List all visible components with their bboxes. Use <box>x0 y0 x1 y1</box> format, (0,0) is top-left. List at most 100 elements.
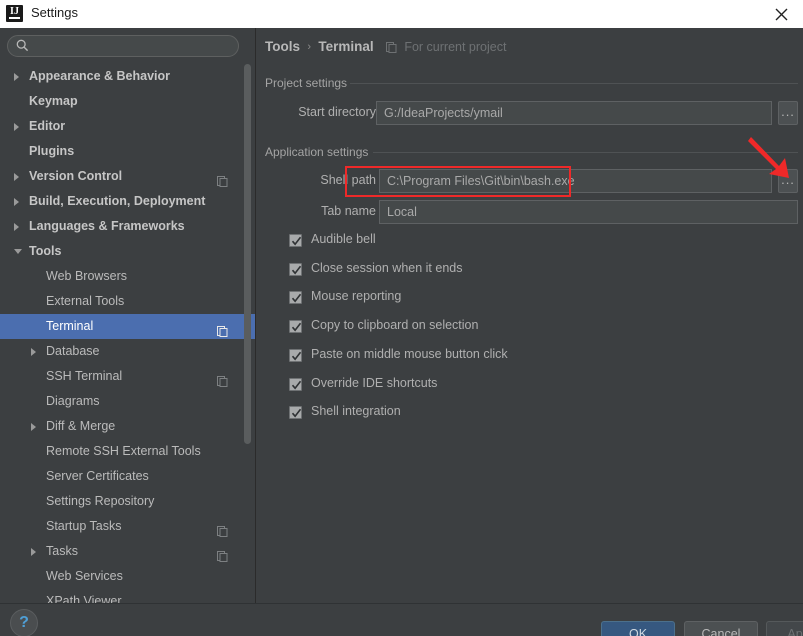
ok-button[interactable]: OK <box>601 621 675 636</box>
shell-path-browse-button[interactable]: ... <box>778 169 798 193</box>
project-scope-icon <box>385 42 397 56</box>
sidebar-item-label: Build, Execution, Deployment <box>29 194 206 208</box>
sidebar-item-label: Keymap <box>29 94 78 108</box>
sidebar-item-label: Diff & Merge <box>46 419 116 433</box>
checkbox-label: Audible bell <box>311 232 376 246</box>
checkbox-box[interactable] <box>289 348 302 362</box>
breadcrumb-parent[interactable]: Tools <box>265 39 300 54</box>
sidebar-item-label: Server Certificates <box>46 469 149 483</box>
chevron-right-icon[interactable] <box>14 123 19 131</box>
ellipsis-icon: ... <box>781 104 795 119</box>
sidebar-item-label: Web Browsers <box>46 269 128 283</box>
checkbox-box[interactable] <box>289 262 302 276</box>
sidebar-item-remote-ssh-external-tools[interactable]: Remote SSH External Tools <box>0 439 255 464</box>
help-button[interactable]: ? <box>10 609 38 636</box>
close-icon[interactable] <box>759 0 803 27</box>
sidebar-item-label: XPath Viewer <box>46 594 122 603</box>
sidebar-item-languages-frameworks[interactable]: Languages & Frameworks <box>0 214 255 239</box>
sidebar-item-label: Diagrams <box>46 394 100 408</box>
checkbox-box[interactable] <box>289 320 302 334</box>
sidebar-item-label: Database <box>46 344 100 358</box>
sidebar-item-version-control[interactable]: Version Control <box>0 164 255 189</box>
sidebar-item-label: Remote SSH External Tools <box>46 444 201 458</box>
chevron-right-icon[interactable] <box>31 348 36 356</box>
sidebar-item-tools[interactable]: Tools <box>0 239 255 264</box>
shell-path-label: Shell path <box>320 173 376 187</box>
shell-path-input[interactable] <box>379 169 772 193</box>
sidebar-item-startup-tasks[interactable]: Startup Tasks <box>0 514 255 539</box>
checkbox-label: Copy to clipboard on selection <box>311 318 479 333</box>
sidebar-item-editor[interactable]: Editor <box>0 114 255 139</box>
sidebar-item-server-certificates[interactable]: Server Certificates <box>0 464 255 489</box>
sidebar-item-settings-repository[interactable]: Settings Repository <box>0 489 255 514</box>
intellij-idea-logo-icon: IJ <box>6 5 23 22</box>
sidebar-scrollbar-thumb[interactable] <box>244 64 251 444</box>
sidebar-item-label: SSH Terminal <box>46 369 123 383</box>
sidebar-item-diagrams[interactable]: Diagrams <box>0 389 255 414</box>
sidebar-item-terminal[interactable]: Terminal <box>0 314 255 339</box>
sidebar-item-label: Editor <box>29 119 66 133</box>
checkmark-icon <box>291 265 302 275</box>
sidebar-item-web-browsers[interactable]: Web Browsers <box>0 264 255 289</box>
sidebar-item-diff-merge[interactable]: Diff & Merge <box>0 414 255 439</box>
cancel-button[interactable]: Cancel <box>684 621 758 636</box>
sidebar-item-web-services[interactable]: Web Services <box>0 564 255 589</box>
sidebar-item-plugins[interactable]: Plugins <box>0 139 255 164</box>
checkbox-box[interactable] <box>289 406 302 420</box>
breadcrumb: Tools › Terminal For current project <box>265 39 506 54</box>
checkbox-box[interactable] <box>289 234 302 247</box>
chevron-right-icon[interactable] <box>31 423 36 431</box>
settings-sidebar: Appearance & Behavior Keymap Editor Plugins… <box>0 28 256 603</box>
project-scope-icon <box>217 171 228 187</box>
chevron-down-icon[interactable] <box>14 249 22 254</box>
dialog-footer: ? OK Cancel Apply <box>0 603 803 636</box>
chevron-right-icon[interactable] <box>31 548 36 556</box>
sidebar-item-label: Version Control <box>29 169 123 183</box>
project-scope-icon <box>217 321 228 337</box>
search-field[interactable] <box>7 35 239 57</box>
sidebar-item-ssh-terminal[interactable]: SSH Terminal <box>0 364 255 389</box>
sidebar-scrollbar[interactable] <box>244 64 251 603</box>
tab-name-label: Tab name <box>321 204 376 218</box>
sidebar-item-keymap[interactable]: Keymap <box>0 89 255 114</box>
section-project-settings: Project settings <box>265 76 798 90</box>
project-scope-icon <box>217 371 228 387</box>
sidebar-item-label: Languages & Frameworks <box>29 219 185 233</box>
window-title: Settings <box>31 5 78 20</box>
checkmark-icon <box>291 322 302 332</box>
checkmark-icon <box>291 294 302 303</box>
breadcrumb-current: Terminal <box>318 39 374 54</box>
checkbox-box[interactable] <box>289 377 302 391</box>
section-label-project-settings: Project settings <box>265 76 354 90</box>
checkmark-icon <box>291 380 302 389</box>
start-directory-browse-button[interactable]: ... <box>778 101 798 125</box>
sidebar-item-xpath-viewer[interactable]: XPath Viewer <box>0 589 255 603</box>
tab-name-input[interactable] <box>379 200 798 224</box>
settings-dialog: IJ Settings Appearance & Behavior Keymap E… <box>0 0 803 636</box>
chevron-right-icon[interactable] <box>14 73 19 81</box>
sidebar-item-label: External Tools <box>46 294 125 308</box>
chevron-right-icon[interactable] <box>14 223 19 231</box>
sidebar-item-external-tools[interactable]: External Tools <box>0 289 255 314</box>
search-input[interactable] <box>33 38 229 54</box>
sidebar-item-label: Tasks <box>46 544 78 558</box>
start-directory-label: Start directory <box>298 105 376 119</box>
chevron-right-icon[interactable] <box>14 198 19 206</box>
chevron-right-icon[interactable] <box>14 173 19 181</box>
search-icon <box>16 39 29 55</box>
checkbox-label: Mouse reporting <box>311 289 402 304</box>
sidebar-item-tasks[interactable]: Tasks <box>0 539 255 564</box>
start-directory-input[interactable] <box>376 101 772 125</box>
checkbox-label: Shell integration <box>311 404 401 419</box>
breadcrumb-separator: › <box>307 41 312 53</box>
sidebar-item-label: Startup Tasks <box>46 519 122 533</box>
sidebar-item-database[interactable]: Database <box>0 339 255 364</box>
checkmark-icon <box>291 408 302 418</box>
sidebar-item-build-execution-deployment[interactable]: Build, Execution, Deployment <box>0 189 255 214</box>
section-label-application-settings: Application settings <box>265 145 375 159</box>
settings-tree: Appearance & Behavior Keymap Editor Plugins… <box>0 64 255 603</box>
checkbox-box[interactable] <box>289 291 302 305</box>
sidebar-item-label: Tools <box>29 244 62 258</box>
settings-content-panel: Tools › Terminal For current project Pro… <box>256 28 803 603</box>
sidebar-item-appearance-behavior[interactable]: Appearance & Behavior <box>0 64 255 89</box>
